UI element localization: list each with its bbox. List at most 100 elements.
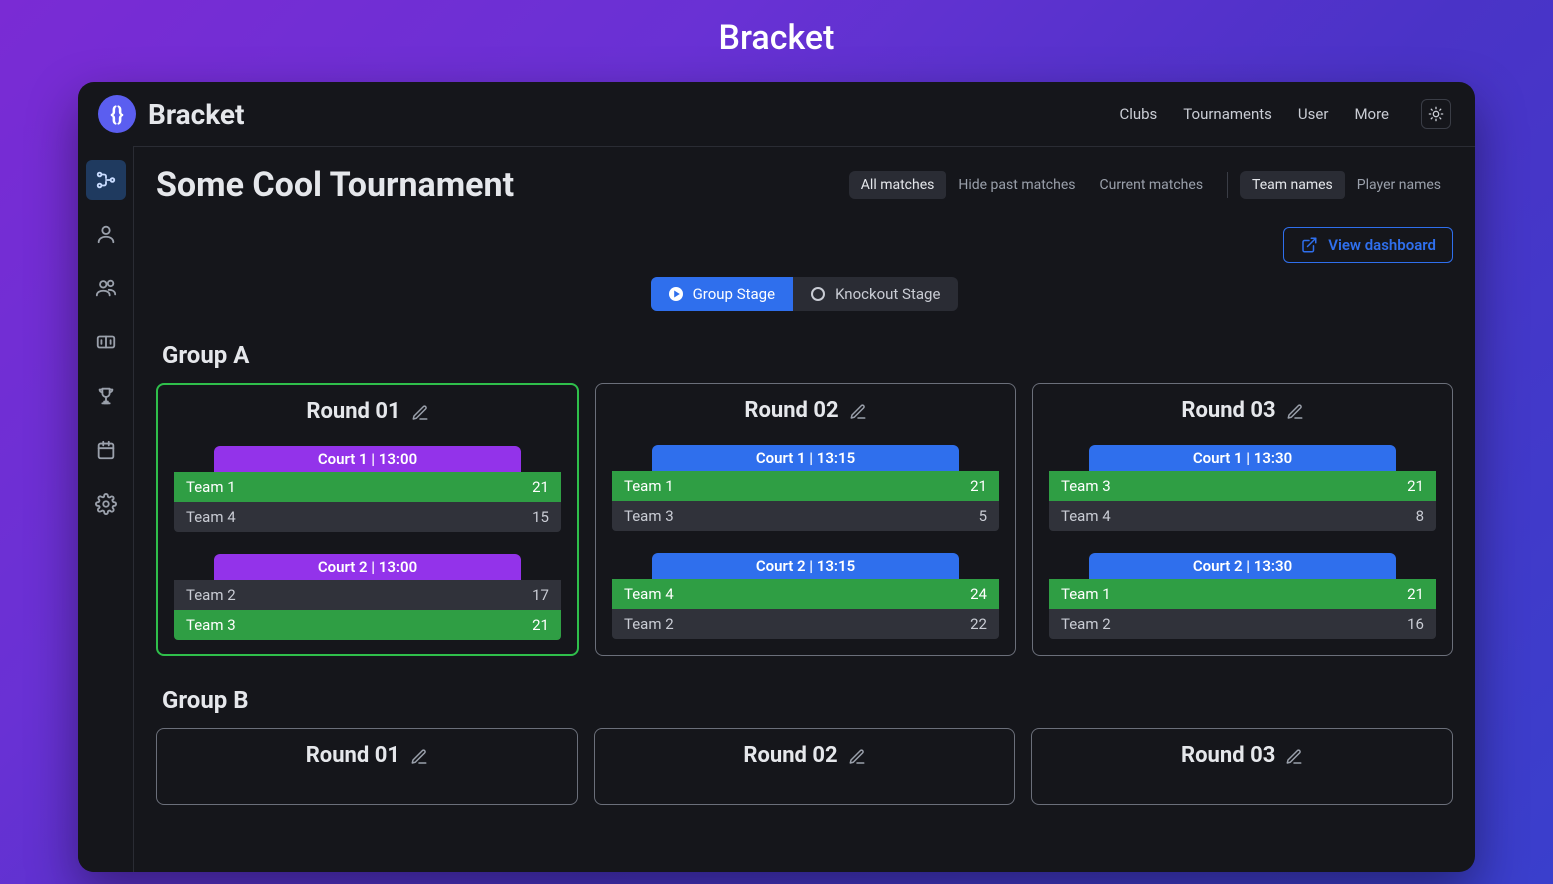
team-row: Team 121 bbox=[612, 471, 999, 501]
filter-hide-past[interactable]: Hide past matches bbox=[946, 171, 1087, 199]
round-card[interactable]: Round 01 bbox=[156, 728, 578, 805]
nav-user[interactable]: User bbox=[1298, 105, 1329, 123]
pencil-icon[interactable] bbox=[849, 402, 867, 420]
settings-icon bbox=[95, 493, 117, 515]
sidebar-item-user[interactable] bbox=[86, 214, 126, 254]
sidebar-item-settings[interactable] bbox=[86, 484, 126, 524]
pencil-icon[interactable] bbox=[848, 747, 866, 765]
nav-more[interactable]: More bbox=[1354, 105, 1389, 123]
stage-knockout-label: Knockout Stage bbox=[835, 285, 940, 303]
brand-logo: {} bbox=[98, 95, 136, 133]
stage-toggle-row: Group Stage Knockout Stage bbox=[156, 277, 1453, 311]
pencil-icon[interactable] bbox=[1285, 747, 1303, 765]
court-time-tab: Court 2 | 13:00 bbox=[214, 554, 521, 580]
team-row: Team 2 16 bbox=[1049, 609, 1436, 639]
team-name: Team 2 bbox=[1061, 615, 1111, 633]
match[interactable]: Court 2 | 13:30Team 121Team 216 bbox=[1049, 553, 1436, 639]
match[interactable]: Court 2 | 13:00 Team 2 17 Team 3 21 bbox=[174, 554, 561, 640]
filter-player-names[interactable]: Player names bbox=[1345, 171, 1453, 199]
round-title: Round 03 bbox=[1042, 743, 1442, 768]
page-heading: Bracket bbox=[0, 0, 1553, 82]
rounds-row: Round 01Court 1 | 13:00Team 121Team 415C… bbox=[156, 383, 1453, 656]
round-title-label: Round 02 bbox=[743, 743, 837, 768]
main-header: Some Cool Tournament All matches Hide pa… bbox=[156, 165, 1453, 205]
name-filter-segment: Team names Player names bbox=[1240, 171, 1453, 199]
pencil-icon[interactable] bbox=[1286, 402, 1304, 420]
filter-current[interactable]: Current matches bbox=[1087, 171, 1215, 199]
round-card[interactable]: Round 01Court 1 | 13:00Team 121Team 415C… bbox=[156, 383, 579, 656]
topnav: Clubs Tournaments User More bbox=[1119, 99, 1451, 129]
groups-container: Group ARound 01Court 1 | 13:00Team 121Te… bbox=[156, 341, 1453, 805]
match[interactable]: Court 1 | 13:00Team 121Team 415 bbox=[174, 446, 561, 532]
round-title-label: Round 03 bbox=[1181, 743, 1275, 768]
sidebar-item-bracket[interactable] bbox=[86, 160, 126, 200]
nav-tournaments[interactable]: Tournaments bbox=[1183, 105, 1272, 123]
team-score: 17 bbox=[532, 586, 549, 604]
users-icon bbox=[95, 277, 117, 299]
court-time-tab: Court 1 | 13:30 bbox=[1089, 445, 1396, 471]
match-filter-segment: All matches Hide past matches Current ma… bbox=[849, 171, 1215, 199]
round-title-label: Round 02 bbox=[744, 398, 838, 423]
team-row: Team 424 bbox=[612, 579, 999, 609]
round-title: Round 03 bbox=[1043, 398, 1442, 423]
team-name: Team 3 bbox=[1061, 477, 1111, 495]
court-time-tab: Court 2 | 13:30 bbox=[1089, 553, 1396, 579]
theme-toggle-button[interactable] bbox=[1421, 99, 1451, 129]
team-row: Team 48 bbox=[1049, 501, 1436, 531]
team-score: 8 bbox=[1416, 507, 1424, 525]
filter-team-names[interactable]: Team names bbox=[1240, 171, 1345, 199]
team-score: 24 bbox=[970, 585, 987, 603]
team-score: 16 bbox=[1407, 615, 1424, 633]
sidebar-item-users[interactable] bbox=[86, 268, 126, 308]
dashboard-row: View dashboard bbox=[156, 227, 1453, 263]
team-score: 15 bbox=[532, 508, 549, 526]
match[interactable]: Court 2 | 13:15Team 424Team 222 bbox=[612, 553, 999, 639]
filter-all-matches[interactable]: All matches bbox=[849, 171, 947, 199]
round-title-label: Round 01 bbox=[306, 399, 400, 424]
sun-icon bbox=[1428, 106, 1444, 122]
stage-knockout-button[interactable]: Knockout Stage bbox=[793, 277, 958, 311]
round-card[interactable]: Round 03Court 1 | 13:30Team 321Team 48Co… bbox=[1032, 383, 1453, 656]
team-row: Team 3 21 bbox=[1049, 471, 1436, 501]
court-time-tab: Court 2 | 13:15 bbox=[652, 553, 959, 579]
group-title: Group B bbox=[162, 686, 1453, 714]
team-name: Team 2 bbox=[186, 586, 236, 604]
match[interactable]: Court 1 | 13:30 Team 3 21 Team 48 bbox=[1049, 445, 1436, 531]
team-name: Team 1 bbox=[1061, 585, 1111, 603]
round-card[interactable]: Round 03 bbox=[1031, 728, 1453, 805]
sidebar-item-calendar[interactable] bbox=[86, 430, 126, 470]
team-score: 21 bbox=[1407, 477, 1424, 495]
sidebar-item-trophy[interactable] bbox=[86, 376, 126, 416]
tournament-title: Some Cool Tournament bbox=[156, 165, 514, 205]
brand: {} Bracket bbox=[98, 95, 245, 133]
team-name: Team 3 bbox=[186, 616, 236, 634]
team-name: Team 2 bbox=[624, 615, 674, 633]
stage-toggle: Group Stage Knockout Stage bbox=[651, 277, 959, 311]
app-window: {} Bracket Clubs Tournaments User More bbox=[78, 82, 1475, 872]
nav-clubs[interactable]: Clubs bbox=[1119, 105, 1157, 123]
scoreboard-icon bbox=[95, 331, 117, 353]
round-title: Round 01 bbox=[168, 399, 567, 424]
filter-divider bbox=[1227, 172, 1228, 198]
brand-name: Bracket bbox=[148, 98, 245, 131]
stage-group-button[interactable]: Group Stage bbox=[651, 277, 793, 311]
team-name: Team 4 bbox=[186, 508, 236, 526]
bracket-icon bbox=[95, 169, 117, 191]
user-icon bbox=[95, 223, 117, 245]
team-row: Team 2 17 bbox=[174, 580, 561, 610]
pencil-icon[interactable] bbox=[411, 403, 429, 421]
round-title: Round 02 bbox=[606, 398, 1005, 423]
team-row: Team 222 bbox=[612, 609, 999, 639]
match[interactable]: Court 1 | 13:15Team 121Team 35 bbox=[612, 445, 999, 531]
sidebar-item-scoreboard[interactable] bbox=[86, 322, 126, 362]
calendar-icon bbox=[95, 439, 117, 461]
team-score: 21 bbox=[532, 478, 549, 496]
team-row: Team 121 bbox=[174, 472, 561, 502]
round-card[interactable]: Round 02 Court 1 | 13:15Team 121Team 35 Co… bbox=[595, 383, 1016, 656]
pencil-icon[interactable] bbox=[410, 747, 428, 765]
view-dashboard-button[interactable]: View dashboard bbox=[1283, 227, 1453, 263]
filter-group: All matches Hide past matches Current ma… bbox=[849, 171, 1453, 199]
round-card[interactable]: Round 02 bbox=[594, 728, 1016, 805]
team-score: 21 bbox=[532, 616, 549, 634]
main: Some Cool Tournament All matches Hide pa… bbox=[134, 146, 1475, 872]
